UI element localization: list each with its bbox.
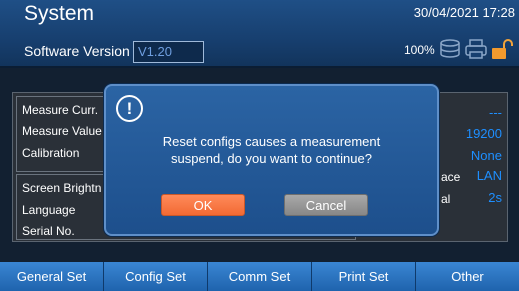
interval-value[interactable]: 2s: [488, 190, 502, 205]
tab-other[interactable]: Other: [416, 262, 519, 291]
ok-button[interactable]: OK: [161, 194, 245, 216]
measure-value-label: Measure Value: [22, 124, 102, 138]
warning-icon: !: [116, 95, 143, 122]
bottom-tab-bar: General Set Config Set Comm Set Print Se…: [0, 262, 519, 291]
tab-print-set[interactable]: Print Set: [312, 262, 416, 291]
measure-current-label: Measure Curr.: [22, 103, 99, 117]
unlocked-lock-icon: [492, 39, 513, 59]
database-icon: [440, 39, 460, 58]
interval-label: al: [441, 192, 451, 206]
header-bar: System Software Version V1.20 30/04/2021…: [0, 0, 519, 68]
printer-icon: [465, 39, 487, 59]
calibration-label: Calibration: [22, 146, 80, 160]
cancel-button[interactable]: Cancel: [284, 194, 368, 216]
interface-value[interactable]: LAN: [477, 168, 502, 183]
measure-current-value[interactable]: ---: [489, 105, 502, 120]
battery-percent: 100%: [404, 43, 435, 57]
language-label: Language: [22, 203, 76, 217]
datetime-display: 30/04/2021 17:28: [413, 5, 515, 20]
dialog-message-line2: suspend, do you want to continue?: [171, 151, 372, 166]
screen-brightness-label: Screen Brightn: [22, 181, 102, 195]
interface-label: ace: [441, 170, 461, 184]
measure-value-value[interactable]: 19200: [466, 126, 502, 141]
tab-comm-set[interactable]: Comm Set: [208, 262, 312, 291]
software-version-label: Software Version: [24, 43, 130, 59]
calibration-value[interactable]: None: [471, 148, 502, 163]
software-version-field: V1.20: [133, 41, 204, 63]
confirm-dialog: ! Reset configs causes a measurement sus…: [104, 84, 439, 236]
tab-config-set[interactable]: Config Set: [104, 262, 208, 291]
serial-number-label: Serial No.: [22, 224, 75, 238]
dialog-message-line1: Reset configs causes a measurement: [162, 134, 381, 149]
system-screen: System Software Version V1.20 30/04/2021…: [0, 0, 519, 291]
page-title: System: [24, 2, 95, 25]
tab-general-set[interactable]: General Set: [0, 262, 104, 291]
